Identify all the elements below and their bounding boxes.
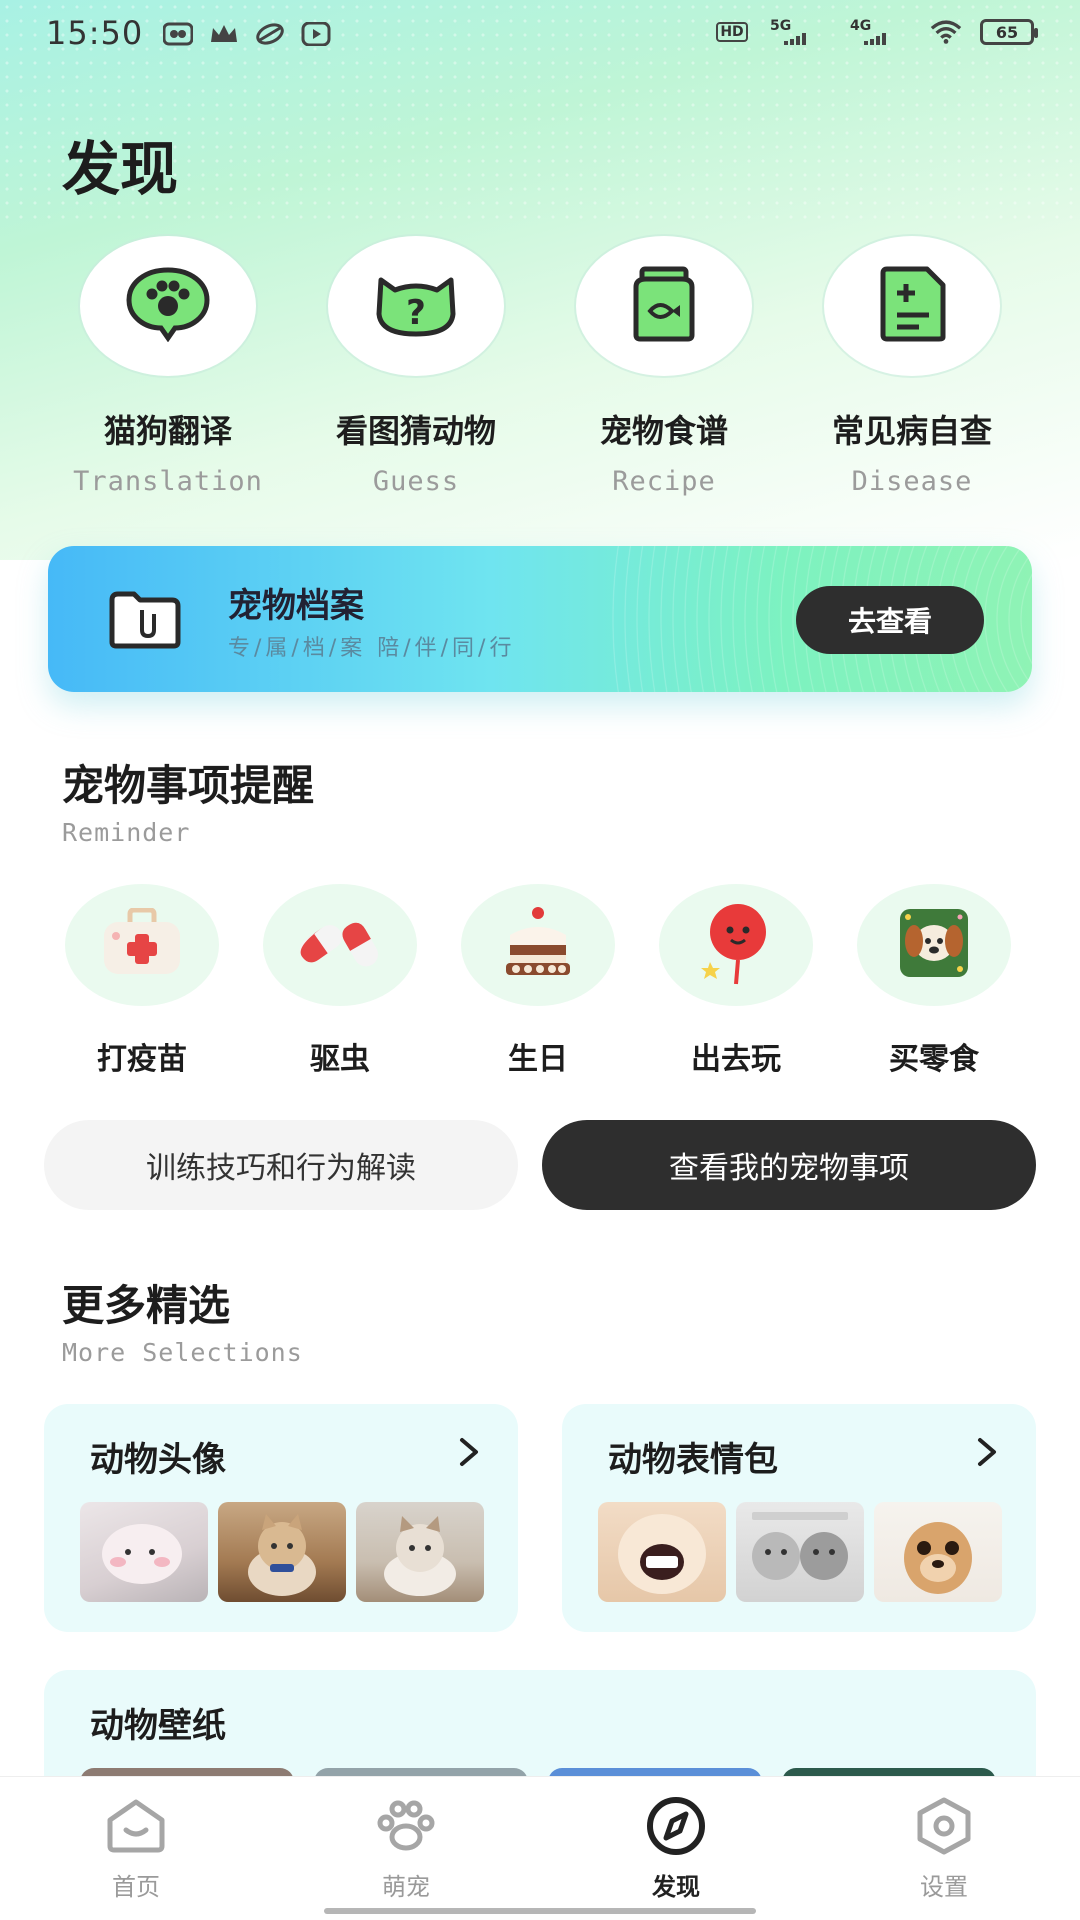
reminder-item-vaccine[interactable]: 打疫苗 [42, 884, 242, 1078]
home-indicator[interactable] [324, 1908, 756, 1914]
fish-food-bag-icon [626, 265, 702, 347]
reminder-section-title: 宠物事项提醒 [62, 761, 315, 810]
compass-icon [644, 1797, 708, 1855]
hd-icon: HD [712, 18, 752, 46]
meme-thumbnail[interactable] [874, 1502, 1002, 1602]
tool-sublabel: Recipe [612, 466, 716, 497]
tool-translation[interactable]: 猫狗翻译 Translation [44, 236, 292, 497]
banner-title: 宠物档案 [228, 586, 364, 626]
tool-disease[interactable]: 常见病自查 Disease [788, 236, 1036, 497]
battery-icon: 65 [980, 19, 1038, 45]
balloon-icon [700, 900, 772, 990]
status-system-icons: HD 5G 4G 65 [712, 18, 1038, 46]
nav-label: 首页 [112, 1873, 160, 1901]
birthday-cake-icon [496, 905, 580, 985]
banner-subtitle: 专/属/档/案 陪/伴/同/行 [228, 636, 516, 661]
leaf-app-icon [254, 20, 286, 48]
tool-icon-circle: ? [328, 236, 504, 376]
bottom-navigation: 首页 萌宠 发现 设置 [0, 1776, 1080, 1920]
reminder-item-snacks[interactable]: 买零食 [834, 884, 1034, 1078]
reminder-actions: 训练技巧和行为解读 查看我的宠物事项 [44, 1120, 1036, 1210]
training-tips-button[interactable]: 训练技巧和行为解读 [44, 1120, 518, 1210]
meme-thumbnail[interactable] [598, 1502, 726, 1602]
chevron-right-icon [972, 1434, 1002, 1470]
tool-sublabel: Translation [73, 466, 263, 497]
home-icon [104, 1797, 168, 1855]
avatar-thumbnails [80, 1502, 484, 1602]
tool-icon-circle [80, 236, 256, 376]
tool-sublabel: Guess [372, 466, 460, 497]
tool-label: 宠物食谱 [599, 412, 728, 450]
avatar-thumbnail[interactable] [356, 1502, 484, 1602]
tool-label: 看图猜动物 [335, 412, 496, 450]
tool-icon-circle [576, 236, 752, 376]
tool-icon-circle [824, 236, 1000, 376]
animal-avatar-card[interactable]: 动物头像 [44, 1404, 518, 1632]
nav-label: 发现 [652, 1873, 700, 1901]
folder-paperclip-icon [108, 590, 182, 650]
my-pet-reminders-button[interactable]: 查看我的宠物事项 [542, 1120, 1036, 1210]
reminder-icon-circle [65, 884, 219, 1006]
tool-guess[interactable]: ? 看图猜动物 Guess [292, 236, 540, 497]
paw-icon [374, 1797, 438, 1855]
settings-hexagon-icon [912, 1797, 976, 1855]
video-play-icon [300, 20, 332, 48]
meme-thumbnail[interactable] [736, 1502, 864, 1602]
status-time: 15:50 [46, 14, 144, 52]
reminder-icon-circle [263, 884, 417, 1006]
nav-item-home[interactable]: 首页 [36, 1797, 236, 1902]
status-bar: 15:50 HD 5G 4G 65 [0, 0, 1080, 70]
reminder-item-birthday[interactable]: 生日 [438, 884, 638, 1078]
card-title: 动物表情包 [608, 1440, 778, 1480]
nav-item-discover[interactable]: 发现 [576, 1797, 776, 1902]
signal-4g-icon: 4G [850, 18, 912, 46]
reminder-label: 出去玩 [691, 1042, 781, 1077]
paw-chat-icon [125, 266, 211, 346]
page-title: 发现 [62, 135, 179, 203]
dog-snack-bag-icon [894, 903, 974, 987]
medical-report-icon [875, 265, 949, 347]
reminder-label: 驱虫 [310, 1042, 370, 1077]
status-notification-icons [162, 20, 332, 48]
svg-text:?: ? [406, 293, 426, 333]
avatar-thumbnail[interactable] [218, 1502, 346, 1602]
reminder-item-outing[interactable]: 出去玩 [636, 884, 836, 1078]
tools-row: 猫狗翻译 Translation ? 看图猜动物 Guess 宠物食谱 Reci… [0, 236, 1080, 506]
reminder-section-subtitle: Reminder [62, 818, 191, 847]
nav-label: 设置 [920, 1873, 968, 1901]
animal-meme-card[interactable]: 动物表情包 [562, 1404, 1036, 1632]
reminder-label: 生日 [508, 1042, 568, 1077]
pet-profile-banner[interactable]: 宠物档案 专/属/档/案 陪/伴/同/行 去查看 [48, 546, 1032, 692]
reminder-icon-circle [461, 884, 615, 1006]
signal-5g-icon: 5G [770, 18, 832, 46]
wifi-icon [930, 18, 962, 46]
more-section-subtitle: More Selections [62, 1338, 303, 1367]
reminder-list: 打疫苗 驱虫 生日 出去玩 买零食 [0, 884, 1080, 1077]
card-title: 动物壁纸 [90, 1706, 226, 1746]
view-profile-button[interactable]: 去查看 [796, 586, 984, 654]
meme-thumbnails [598, 1502, 1002, 1602]
card-title: 动物头像 [90, 1440, 226, 1480]
chevron-right-icon [454, 1434, 484, 1470]
reminder-item-deworm[interactable]: 驱虫 [240, 884, 440, 1078]
cat-question-icon: ? [373, 268, 459, 344]
tool-recipe[interactable]: 宠物食谱 Recipe [540, 236, 788, 497]
reminder-icon-circle [857, 884, 1011, 1006]
nav-item-pets[interactable]: 萌宠 [306, 1797, 506, 1902]
medical-kit-icon [100, 907, 184, 982]
crown-icon [208, 20, 240, 48]
nav-label: 萌宠 [382, 1873, 430, 1901]
tool-label: 常见病自查 [831, 412, 992, 450]
tool-sublabel: Disease [851, 466, 973, 497]
reminder-label: 打疫苗 [97, 1042, 187, 1077]
media-app-icon [162, 20, 194, 48]
avatar-thumbnail[interactable] [80, 1502, 208, 1602]
more-section-title: 更多精选 [62, 1281, 231, 1330]
reminder-label: 买零食 [889, 1042, 979, 1077]
reminder-icon-circle [659, 884, 813, 1006]
pill-capsule-icon [294, 908, 386, 982]
tool-label: 猫狗翻译 [103, 412, 232, 450]
nav-item-settings[interactable]: 设置 [844, 1797, 1044, 1902]
